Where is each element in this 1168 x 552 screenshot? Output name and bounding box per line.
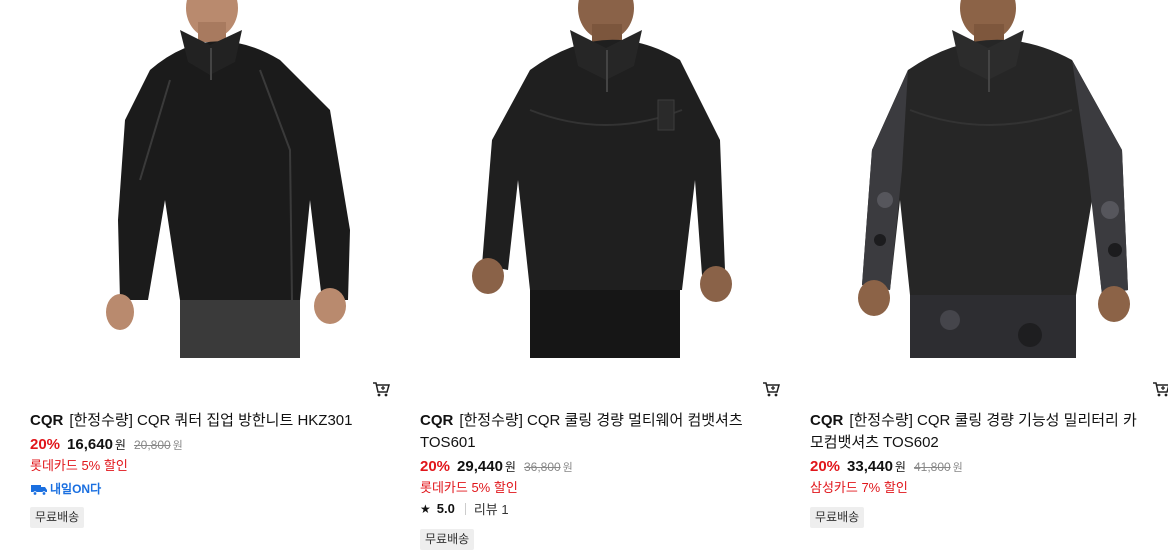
product-title[interactable]: CQR [한정수량] CQR 쿨링 경량 멀티웨어 컴뱃셔츠 TOS601 — [420, 410, 760, 454]
rating-row: ★ 5.0 리뷰 1 — [420, 499, 509, 518]
product-title[interactable]: CQR [한정수량] CQR 쿼터 집업 방한니트 HKZ301 — [30, 410, 370, 432]
original-price: 41,800 — [913, 460, 951, 474]
sale-price: 33,440 — [847, 458, 893, 475]
product-title[interactable]: CQR [한정수량] CQR 쿨링 경량 기능성 밀리터리 카모컴뱃셔츠 TOS6… — [810, 410, 1150, 454]
cart-icon[interactable] — [762, 380, 780, 398]
delivery-badge: 내일ON다 — [30, 480, 101, 497]
cart-icon[interactable] — [372, 380, 390, 398]
badge-label: 내일ON다 — [50, 482, 102, 496]
product-image[interactable] — [810, 0, 1168, 358]
star-icon: ★ — [420, 501, 431, 516]
delivery-truck-icon — [31, 484, 47, 496]
divider — [464, 502, 466, 515]
free-shipping-tag: 무료배송 — [420, 529, 475, 550]
product-name: [한정수량] CQR 쿨링 경량 기능성 밀리터리 카모컴뱃셔츠 TOS602 — [810, 412, 1137, 451]
product-card[interactable]: CQR [한정수량] CQR 쿨링 경량 기능성 밀리터리 카모컴뱃셔츠 TOS6… — [810, 0, 1168, 552]
brand-name: CQR — [30, 412, 64, 429]
original-price: 20,800 — [133, 438, 171, 452]
discount-rate: 20% — [420, 458, 451, 475]
cart-icon[interactable] — [1152, 380, 1168, 398]
product-name: [한정수량] CQR 쿼터 집업 방한니트 HKZ301 — [69, 412, 353, 429]
sale-price: 29,440 — [457, 458, 503, 475]
free-shipping-tag: 무료배송 — [810, 507, 865, 528]
currency-unit: 원 — [504, 460, 516, 474]
price-row: 20% 33,440 원 41,800 원 — [810, 458, 963, 475]
sale-price: 16,640 — [67, 436, 113, 453]
card-promo: 롯데카드 5% 할인 — [420, 480, 518, 495]
original-price: 36,800 — [523, 460, 561, 474]
product-name: [한정수량] CQR 쿨링 경량 멀티웨어 컴뱃셔츠 TOS601 — [420, 412, 743, 451]
free-shipping-tag: 무료배송 — [30, 507, 85, 528]
discount-rate: 20% — [810, 458, 841, 475]
product-image[interactable] — [420, 0, 780, 358]
currency-unit: 원 — [172, 440, 183, 452]
card-promo: 삼성카드 7% 할인 — [810, 480, 908, 495]
currency-unit: 원 — [562, 462, 573, 474]
price-row: 20% 29,440 원 36,800 원 — [420, 458, 573, 475]
product-card[interactable]: CQR [한정수량] CQR 쿨링 경량 멀티웨어 컴뱃셔츠 TOS601 20%… — [420, 0, 780, 552]
currency-unit: 원 — [952, 462, 963, 474]
price-row: 20% 16,640 원 20,800 원 — [30, 436, 183, 453]
rating-score: 5.0 — [436, 501, 455, 516]
currency-unit: 원 — [894, 460, 906, 474]
product-card[interactable]: CQR [한정수량] CQR 쿼터 집업 방한니트 HKZ301 20% 16,6… — [30, 0, 390, 552]
currency-unit: 원 — [114, 438, 126, 452]
brand-name: CQR — [810, 412, 844, 429]
discount-rate: 20% — [30, 436, 61, 453]
card-promo: 롯데카드 5% 할인 — [30, 458, 128, 473]
review-count[interactable]: 리뷰 1 — [474, 499, 509, 518]
brand-name: CQR — [420, 412, 454, 429]
product-image[interactable] — [30, 0, 390, 358]
